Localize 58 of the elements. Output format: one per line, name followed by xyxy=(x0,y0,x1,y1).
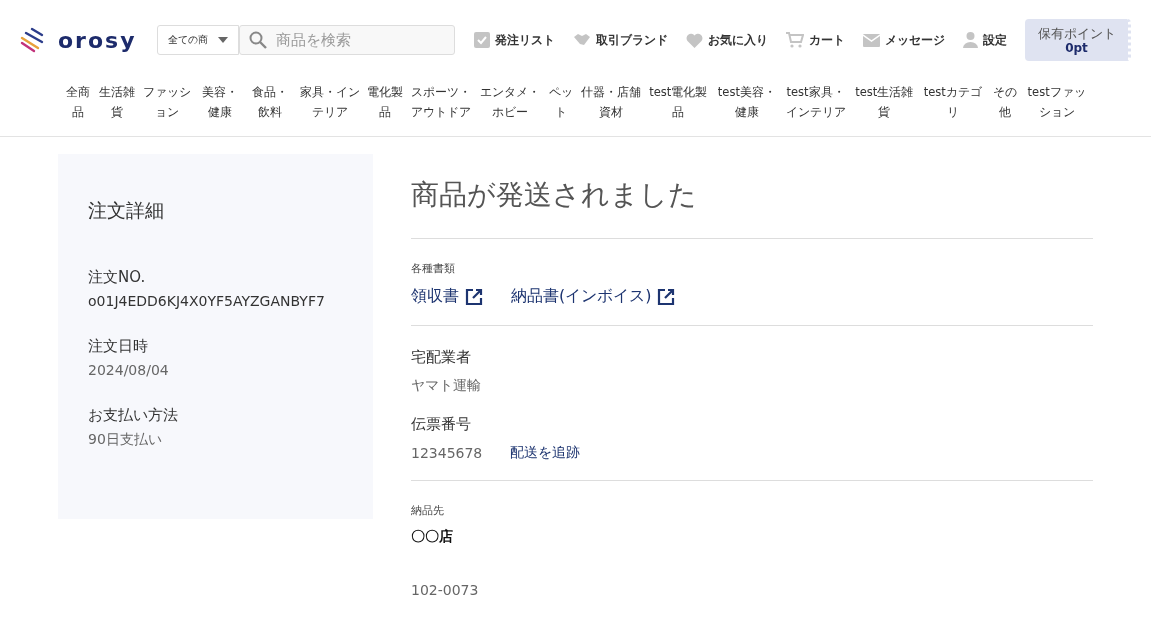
category-link[interactable]: testファッション xyxy=(1022,82,1091,122)
logo-text: orosy xyxy=(58,27,137,53)
external-link-icon xyxy=(657,287,676,306)
mail-icon xyxy=(863,33,880,47)
external-link-icon xyxy=(465,287,483,306)
category-link[interactable]: 什器・店舗資材 xyxy=(579,82,644,122)
cart-icon xyxy=(786,32,804,48)
category-link[interactable]: test生活雑貨 xyxy=(849,82,919,122)
field-value: o01J4EDD6KJ4X0YF5AYZGANBYF7 xyxy=(88,293,326,309)
panel-title: 注文詳細 xyxy=(88,198,165,223)
search-icon xyxy=(248,31,267,49)
category-link[interactable]: その他 xyxy=(987,82,1023,122)
points-label: 保有ポイント xyxy=(1037,25,1116,41)
section-label: 各種書類 xyxy=(411,261,456,276)
field-label: 注文日時 xyxy=(88,337,149,356)
category-link[interactable]: 全商品 xyxy=(60,82,96,122)
field-value: ヤマト運輸 xyxy=(411,377,482,395)
nav-link[interactable]: 設定 xyxy=(963,31,1007,49)
category-link[interactable]: 生活雑貨 xyxy=(95,82,138,122)
page-title: 商品が発送されました xyxy=(411,154,1093,239)
nav-link[interactable]: カート xyxy=(786,31,845,49)
nav-link[interactable]: メッセージ xyxy=(863,31,945,49)
category-link[interactable]: ファッション xyxy=(137,82,196,122)
search-field[interactable]: 商品を検索 xyxy=(238,25,455,55)
category-link[interactable]: 家具・インテリア xyxy=(295,82,364,122)
nav-link[interactable]: お気に入り xyxy=(686,31,768,49)
field-label: 宅配業者 xyxy=(411,348,472,367)
store-name: 〇〇店 xyxy=(411,528,454,546)
category-link[interactable]: 電化製品 xyxy=(364,82,407,122)
category-link[interactable]: 食品・飲料 xyxy=(245,82,296,122)
points-value: 0pt xyxy=(1065,40,1088,55)
field-value: 2024/08/04 xyxy=(88,362,170,378)
nav-link[interactable]: 発注リスト xyxy=(474,31,555,49)
category-link[interactable]: ペット xyxy=(543,82,579,122)
document-link[interactable]: 領収書 xyxy=(411,286,483,307)
field-value: 12345678 xyxy=(411,445,483,461)
category-link[interactable]: 美容・健康 xyxy=(195,82,246,122)
field-label: 伝票番号 xyxy=(411,415,472,434)
document-link[interactable]: 納品書(インボイス) xyxy=(511,286,676,307)
category-link[interactable]: スポーツ・アウトドア xyxy=(406,82,476,122)
category-link[interactable]: エンタメ・ホビー xyxy=(475,82,544,122)
points-card[interactable]: 保有ポイント 0pt xyxy=(1025,19,1131,61)
category-link[interactable]: test家具・インテリア xyxy=(781,82,850,122)
checkbox-icon xyxy=(474,32,490,48)
postal-code: 102-0073 xyxy=(411,582,480,598)
user-icon xyxy=(963,32,978,48)
field-label: お支払い方法 xyxy=(88,406,179,425)
field-label: 注文NO. xyxy=(88,268,147,287)
heart-icon xyxy=(686,32,703,48)
section-label: 納品先 xyxy=(411,503,445,518)
category-link[interactable]: test電化製品 xyxy=(643,82,713,122)
nav-link[interactable]: 取引ブランド xyxy=(573,31,668,49)
caret-icon xyxy=(217,37,228,43)
field-value: 90日支払い xyxy=(88,431,163,449)
track-shipment-link[interactable]: 配送を追跡 xyxy=(510,444,581,462)
category-link[interactable]: testカテゴリ xyxy=(918,82,988,122)
category-select[interactable]: 全ての商 xyxy=(156,25,239,55)
category-link[interactable]: test美容・健康 xyxy=(712,82,782,122)
